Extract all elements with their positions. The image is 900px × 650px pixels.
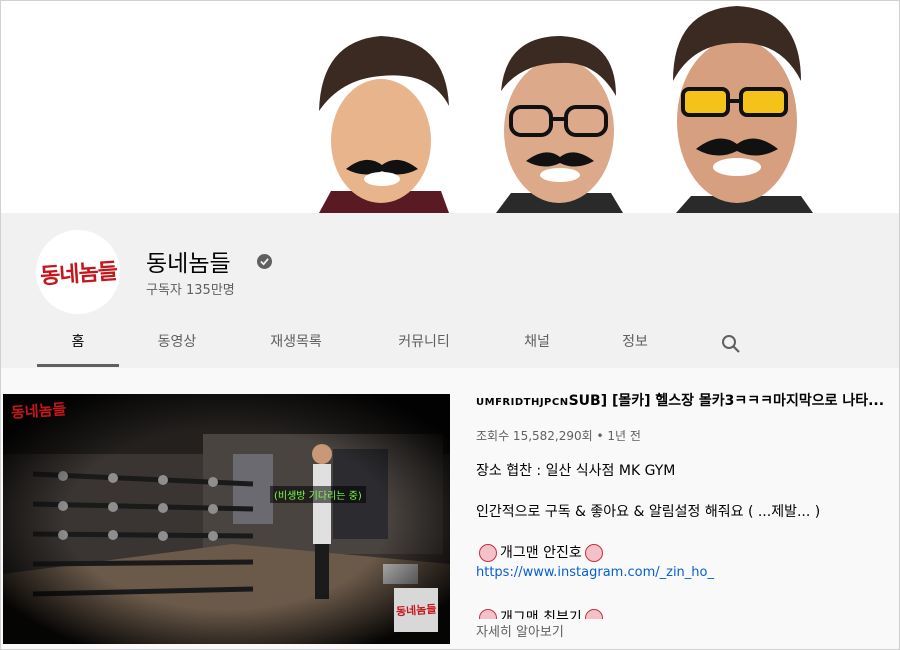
search-icon[interactable] <box>719 332 743 356</box>
tab-community[interactable]: 커뮤니티 <box>379 320 469 367</box>
title-code: UMFRIDTHJPCN <box>476 397 569 408</box>
featured-video-player[interactable]: 동네놈들 <box>3 394 450 644</box>
banner-face-3 <box>673 6 813 213</box>
tab-about[interactable]: 정보 <box>607 320 663 367</box>
clown-emoji-icon <box>584 544 603 562</box>
tab-videos[interactable]: 동영상 <box>141 320 213 367</box>
video-meta: 조회수 15,582,290회 • 1년 전 <box>476 429 641 443</box>
verified-check-icon <box>257 254 272 269</box>
video-frame <box>3 394 450 644</box>
channel-name: 동네놈들 <box>146 251 231 277</box>
channel-avatar[interactable]: 동네놈들 <box>36 230 120 314</box>
banner-artwork <box>319 6 813 213</box>
avatar-logo-text: 동네놈들 <box>38 258 118 290</box>
channel-banner <box>1 1 899 213</box>
title-text: SUB] [몰카] 헬스장 몰카3ㅋㅋㅋ마지막으로 나타... <box>568 393 885 409</box>
video-corner-logo-text: 동네놈들 <box>395 602 437 619</box>
clown-emoji-icon <box>479 609 497 619</box>
video-watermark-logo: 동네놈들 <box>10 400 67 422</box>
instagram-link[interactable]: https://www.instagram.com/_zin_ho_ <box>476 565 898 580</box>
description-line-2: 인간적으로 구독 & 좋아요 & 알림설정 해줘요 ( ...제발... ) <box>476 504 821 520</box>
tab-channels[interactable]: 채널 <box>507 320 567 367</box>
video-corner-logo: 동네놈들 <box>394 588 438 632</box>
tab-playlists[interactable]: 재생목록 <box>251 320 341 367</box>
channel-tabs: 홈 동영상 재생목록 커뮤니티 채널 정보 <box>1 320 899 368</box>
description-line-3: 개그맨 안진호 <box>476 542 898 562</box>
description-line-3-text: 개그맨 안진호 <box>500 545 582 561</box>
show-more-link[interactable]: 자세히 알아보기 <box>476 621 564 640</box>
subscriber-count: 구독자 135만명 <box>146 283 235 298</box>
clown-emoji-icon <box>584 609 603 619</box>
tab-home[interactable]: 홈 <box>37 320 119 367</box>
banner-face-1 <box>319 36 449 213</box>
description-cut-text: 개그맨 최부기 <box>500 610 582 619</box>
clown-emoji-icon <box>479 544 497 562</box>
description-line-1: 장소 협찬 : 일산 식사점 MK GYM <box>476 463 676 479</box>
featured-video-info: UMFRIDTHJPCNSUB] [몰카] 헬스장 몰카3ㅋㅋㅋ마지막으로 나타… <box>476 390 898 580</box>
description-cut-line: 개그맨 최부기 <box>476 607 896 619</box>
banner-face-2 <box>496 36 623 213</box>
video-caption-overlay: (비생방 기다리는 중) <box>270 486 366 503</box>
featured-video-title[interactable]: UMFRIDTHJPCNSUB] [몰카] 헬스장 몰카3ㅋㅋㅋ마지막으로 나타… <box>476 390 896 410</box>
